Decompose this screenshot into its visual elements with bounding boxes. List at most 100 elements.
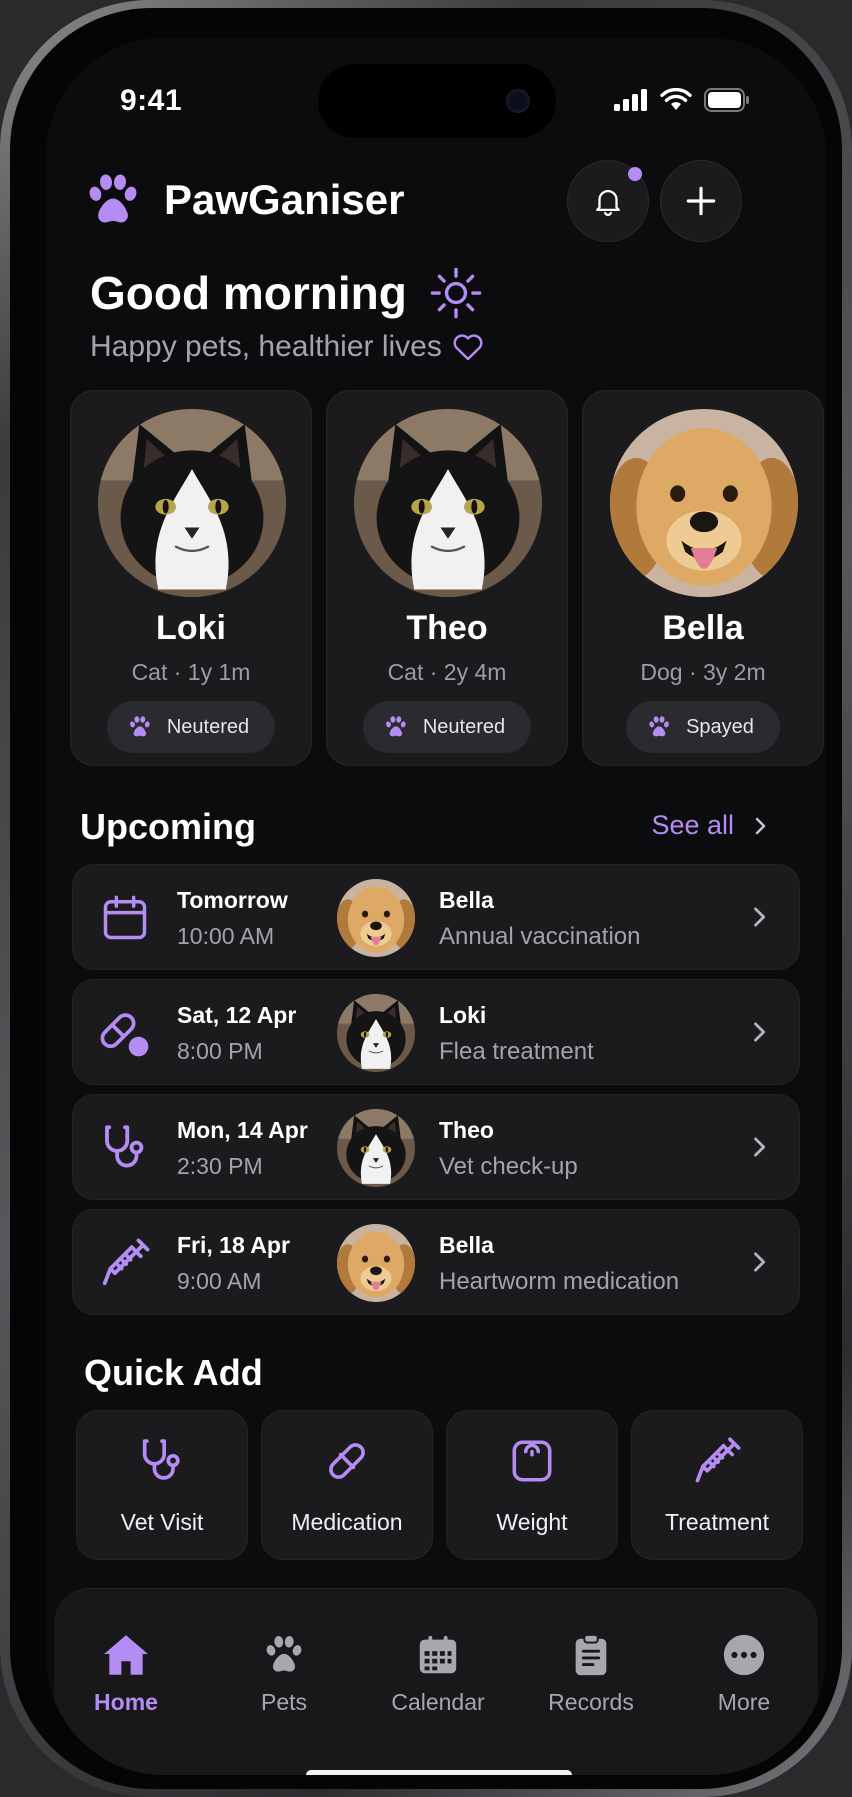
appointment-date: Tomorrow xyxy=(177,887,288,913)
paw-icon xyxy=(646,714,672,740)
tab-label: Calendar xyxy=(391,1689,485,1715)
chevron-right-icon xyxy=(745,1018,773,1046)
status-icons xyxy=(614,88,750,112)
paw-logo-icon xyxy=(82,169,144,231)
quick-add-medication[interactable]: Medication xyxy=(261,1410,433,1560)
pet-photo xyxy=(354,409,542,597)
stethoscope-icon xyxy=(98,1121,152,1175)
bell-icon xyxy=(596,190,620,216)
cat-photo-image xyxy=(337,1109,415,1187)
add-button[interactable] xyxy=(660,160,742,242)
pet-status-label: Neutered xyxy=(422,715,506,738)
dynamic-island xyxy=(318,64,556,138)
appointment-task: Flea treatment xyxy=(439,1038,594,1065)
pet-status-badge: Neutered xyxy=(362,701,532,753)
appointment-time: 9:00 AM xyxy=(177,1268,262,1294)
dog-photo-image xyxy=(337,1224,415,1302)
heart-icon xyxy=(453,334,483,361)
appointment-time: 8:00 PM xyxy=(177,1038,263,1064)
phone-bezel: 9:41 PawGaniser Good morning Happy pets,… xyxy=(10,8,842,1789)
notifications-button[interactable] xyxy=(567,160,649,242)
battery-icon xyxy=(704,88,749,112)
home-indicator[interactable] xyxy=(306,1770,572,1775)
quick-add-title: Quick Add xyxy=(84,1352,263,1393)
subtitle-text: Happy pets, healthier lives xyxy=(90,330,442,363)
quick-add-treatment[interactable]: Treatment xyxy=(631,1410,803,1560)
pet-status-badge: Spayed xyxy=(626,701,780,753)
appointment-date: Sat, 12 Apr xyxy=(177,1002,297,1028)
appointment-type-icon xyxy=(95,1233,155,1293)
syringe-icon xyxy=(691,1435,743,1487)
notification-dot xyxy=(628,167,642,181)
clipboard-icon xyxy=(575,1633,607,1676)
pet-avatar xyxy=(337,1109,415,1187)
scale-icon xyxy=(512,1440,552,1482)
camera-icon xyxy=(506,89,530,113)
pet-info: Cat · 1y 1m xyxy=(131,659,251,685)
quick-add-weight[interactable]: Weight xyxy=(446,1410,618,1560)
appointment-task: Annual vaccination xyxy=(439,923,641,950)
appointment-time: 2:30 PM xyxy=(177,1153,263,1179)
see-all-link[interactable]: See all xyxy=(651,810,772,841)
pet-photo xyxy=(610,409,798,597)
appointment-row[interactable]: Sat, 12 Apr 8:00 PM Loki Flea treatment xyxy=(72,979,800,1085)
pet-card-bella[interactable]: Bella Dog · 3y 2m Spayed xyxy=(582,390,824,766)
tab-label: Records xyxy=(548,1689,634,1715)
quick-add-vet-visit[interactable]: Vet Visit xyxy=(76,1410,248,1560)
chevron-right-icon xyxy=(745,1248,773,1276)
appointment-task: Vet check-up xyxy=(439,1153,578,1180)
appointment-row[interactable]: Fri, 18 Apr 9:00 AM Bella Heartworm medi… xyxy=(72,1209,800,1315)
pill-icon xyxy=(323,1437,371,1485)
tab-calendar[interactable]: Calendar xyxy=(368,1629,508,1729)
pet-status-label: Neutered xyxy=(166,715,250,738)
tab-bar: Home Pets Calendar Records More xyxy=(54,1588,818,1775)
quick-add-label: Weight xyxy=(496,1509,568,1535)
app-title: PawGaniser xyxy=(164,176,405,223)
phone-frame: 9:41 PawGaniser Good morning Happy pets,… xyxy=(0,0,852,1797)
paw-icon xyxy=(261,1632,307,1678)
tab-more[interactable]: More xyxy=(674,1629,814,1729)
appointment-type-icon xyxy=(95,1118,155,1178)
tab-pets[interactable]: Pets xyxy=(214,1629,354,1729)
appointment-pet: Bella xyxy=(439,1232,494,1258)
appointment-row[interactable]: Mon, 14 Apr 2:30 PM Theo Vet check-up xyxy=(72,1094,800,1200)
appointment-pet: Bella xyxy=(439,887,494,913)
appointment-row[interactable]: Tomorrow 10:00 AM Bella Annual vaccinati… xyxy=(72,864,800,970)
pill-icon xyxy=(100,1013,149,1057)
appointment-type-icon xyxy=(95,888,155,948)
pet-info: Cat · 2y 4m xyxy=(387,659,507,685)
app-screen: 9:41 PawGaniser Good morning Happy pets,… xyxy=(46,38,826,1775)
pet-avatar xyxy=(337,1224,415,1302)
appointment-task: Heartworm medication xyxy=(439,1268,680,1295)
tab-home[interactable]: Home xyxy=(56,1629,196,1729)
pet-card-loki[interactable]: Loki Cat · 1y 1m Neutered xyxy=(70,390,312,766)
paw-icon xyxy=(383,714,409,740)
appointment-date: Fri, 18 Apr xyxy=(177,1232,290,1258)
appointment-pet: Loki xyxy=(439,1002,487,1028)
cellular-signal-icon xyxy=(614,89,647,111)
greeting-subtitle: Happy pets, healthier lives xyxy=(90,330,484,364)
pet-photo xyxy=(98,409,286,597)
calendar-icon xyxy=(103,895,147,940)
pet-status-badge: Neutered xyxy=(106,701,276,753)
pets-carousel: Loki Cat · 1y 1m Neutered Theo Cat · 2y … xyxy=(70,390,826,766)
quick-add-label: Vet Visit xyxy=(120,1509,204,1535)
status-time: 9:41 xyxy=(120,84,183,117)
tab-label: More xyxy=(717,1689,771,1715)
greeting: Good morning xyxy=(90,266,483,320)
calendar-icon xyxy=(419,1635,457,1674)
chevron-right-icon xyxy=(745,1133,773,1161)
tab-records[interactable]: Records xyxy=(521,1629,661,1729)
tab-label: Home xyxy=(94,1689,158,1715)
app-header: PawGaniser xyxy=(82,158,792,242)
syringe-icon xyxy=(98,1236,152,1290)
pet-avatar xyxy=(337,879,415,957)
pet-card-theo[interactable]: Theo Cat · 2y 4m Neutered xyxy=(326,390,568,766)
cat-photo-image xyxy=(354,409,542,597)
pet-status-label: Spayed xyxy=(686,715,754,738)
pet-name: Bella xyxy=(662,609,744,647)
plus-icon xyxy=(686,186,716,216)
quick-add-label: Medication xyxy=(291,1509,403,1535)
stethoscope-icon xyxy=(136,1435,188,1487)
quick-add-label: Treatment xyxy=(665,1509,769,1535)
